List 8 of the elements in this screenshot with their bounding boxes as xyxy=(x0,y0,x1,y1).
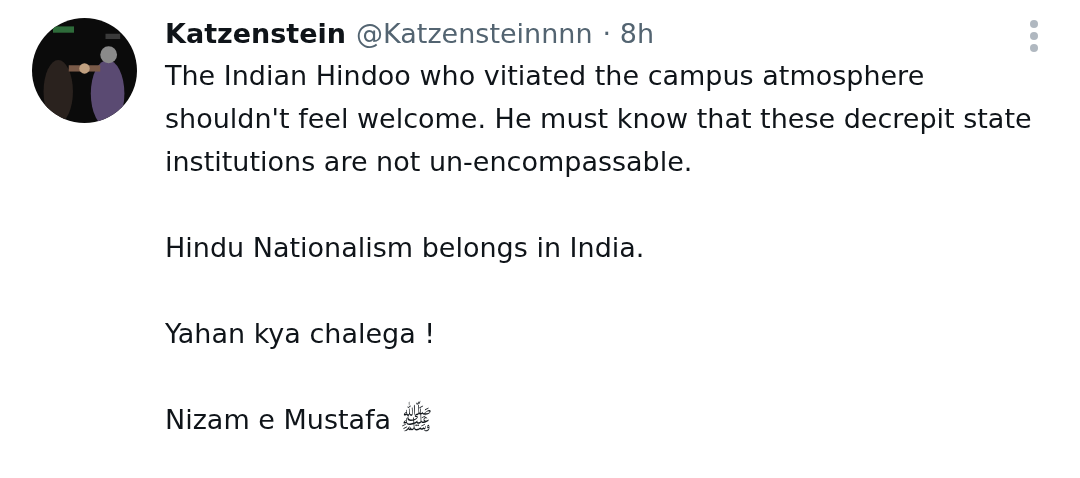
post-text: The Indian Hindoo who vitiated the campus atmosphere shouldn't feel welcome. He must know that these decrepit state institutions are not un-encompassable. xyxy=(165,59,1033,179)
post-text: Nizam e Mustafa ﷺ xyxy=(165,398,1040,441)
author-name[interactable]: Katzenstein xyxy=(165,18,347,49)
more-icon[interactable] xyxy=(1028,18,1040,54)
post-text: Hindu Nationalism belongs in India. xyxy=(165,231,646,265)
author-handle[interactable]: @Katzensteinnnn xyxy=(356,18,593,49)
post-text: Yahan kya chalega ! xyxy=(165,317,437,351)
post-time: · 8h xyxy=(602,18,655,49)
